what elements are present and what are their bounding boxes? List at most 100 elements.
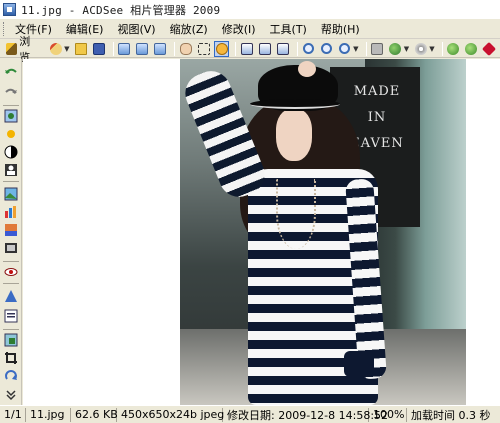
toolbar-separator bbox=[112, 41, 114, 56]
displayed-photo[interactable]: MADE IN EAVEN bbox=[180, 59, 466, 405]
print-button[interactable] bbox=[370, 41, 385, 57]
status-dimensions: 450x650x24b jpeg bbox=[117, 407, 224, 422]
chevron-down-icon bbox=[6, 390, 16, 401]
undo-button[interactable] bbox=[4, 65, 18, 79]
eye-icon bbox=[4, 268, 18, 276]
menu-view[interactable]: 视图(V) bbox=[115, 20, 157, 38]
previous-image-button[interactable] bbox=[117, 41, 132, 57]
curves-button[interactable] bbox=[4, 223, 18, 237]
rotate-right-icon bbox=[259, 42, 272, 55]
rotate-button[interactable] bbox=[4, 369, 18, 383]
image-viewer-canvas[interactable]: MADE IN EAVEN bbox=[23, 59, 500, 405]
zoom-tool-icon bbox=[215, 42, 228, 55]
sharpen-button[interactable] bbox=[4, 289, 18, 303]
strip-more-button[interactable] bbox=[4, 389, 18, 401]
strip-separator bbox=[3, 181, 19, 182]
menu-bar: 文件(F) 编辑(E) 视图(V) 缩放(Z) 修改(I) 工具(T) 帮助(H… bbox=[0, 19, 500, 39]
resize-icon bbox=[4, 333, 18, 347]
edit-button[interactable] bbox=[48, 41, 63, 57]
photo-face bbox=[276, 109, 312, 161]
color-balance-button[interactable] bbox=[4, 187, 18, 201]
share-dropdown-arrow[interactable]: ▼ bbox=[404, 45, 409, 53]
text-frame-icon bbox=[4, 309, 18, 323]
strip-separator bbox=[3, 329, 19, 330]
filter-button[interactable] bbox=[4, 241, 18, 255]
flip-icon bbox=[277, 42, 290, 55]
zoom-out-icon bbox=[320, 43, 332, 54]
menu-zoom[interactable]: 缩放(Z) bbox=[168, 20, 210, 38]
photo-cuff bbox=[344, 351, 374, 377]
menu-tools[interactable]: 工具(T) bbox=[268, 20, 309, 38]
select-tool-button[interactable] bbox=[196, 41, 211, 57]
save-icon bbox=[93, 42, 106, 55]
bar-chart-icon bbox=[5, 206, 16, 218]
menu-edit[interactable]: 编辑(E) bbox=[64, 20, 106, 38]
resize-button[interactable] bbox=[4, 333, 18, 347]
selection-icon bbox=[197, 42, 210, 55]
delete-icon bbox=[482, 41, 497, 56]
share-button[interactable] bbox=[388, 41, 403, 57]
zoom-in-button[interactable] bbox=[301, 41, 316, 57]
burn-dropdown-arrow[interactable]: ▼ bbox=[429, 45, 434, 53]
acdsee-window: 11.jpg - ACDSee 相片管理器 2009 文件(F) 编辑(E) 视… bbox=[0, 0, 500, 423]
next-image-button[interactable] bbox=[135, 41, 150, 57]
photo-fix-icon bbox=[4, 109, 18, 123]
online-button[interactable] bbox=[446, 41, 461, 57]
zoom-menu-button[interactable] bbox=[337, 41, 352, 57]
status-zoom[interactable]: 100% bbox=[369, 407, 407, 422]
photo-hat-brim bbox=[250, 99, 340, 109]
title-bar[interactable]: 11.jpg - ACDSee 相片管理器 2009 bbox=[0, 0, 500, 19]
slideshow-button[interactable] bbox=[153, 41, 168, 57]
strip-separator bbox=[3, 283, 19, 284]
film-icon bbox=[5, 243, 17, 253]
crop-button[interactable] bbox=[4, 351, 18, 365]
burn-button[interactable] bbox=[413, 41, 428, 57]
red-eye-button[interactable] bbox=[4, 265, 18, 279]
rotate-right-button[interactable] bbox=[258, 41, 273, 57]
zoom-out-button[interactable] bbox=[319, 41, 334, 57]
undo-icon bbox=[5, 68, 17, 74]
save-button[interactable] bbox=[92, 41, 107, 57]
menu-modify[interactable]: 修改(I) bbox=[220, 20, 258, 38]
edit-dropdown-arrow[interactable]: ▼ bbox=[64, 45, 69, 53]
zoom-dropdown-arrow[interactable]: ▼ bbox=[353, 45, 358, 53]
portrait-button[interactable] bbox=[4, 163, 18, 177]
pan-tool-button[interactable] bbox=[178, 41, 193, 57]
zoom-tool-button[interactable] bbox=[214, 40, 230, 57]
magic-wand-icon bbox=[49, 42, 62, 55]
strip-separator bbox=[3, 261, 19, 262]
sun-icon bbox=[7, 130, 15, 138]
print-icon bbox=[371, 42, 384, 55]
delete-button[interactable] bbox=[482, 41, 497, 57]
edit-tool-strip bbox=[0, 59, 22, 405]
color-picture-icon bbox=[4, 187, 18, 201]
crop-icon bbox=[5, 352, 17, 364]
globe-icon bbox=[389, 42, 402, 55]
slideshow-icon bbox=[154, 42, 167, 55]
toolbar-separator bbox=[235, 41, 237, 56]
levels-button[interactable] bbox=[4, 205, 18, 219]
upload-icon bbox=[465, 42, 478, 55]
text-button[interactable] bbox=[4, 309, 18, 323]
folder-icon bbox=[75, 42, 88, 55]
toolbar-separator bbox=[174, 41, 176, 56]
auto-exposure-button[interactable] bbox=[4, 109, 18, 123]
app-icon[interactable] bbox=[3, 3, 16, 16]
hand-icon bbox=[179, 42, 192, 55]
flip-button[interactable] bbox=[276, 41, 291, 57]
triangle-icon bbox=[5, 290, 17, 302]
rotate-icon bbox=[5, 370, 17, 380]
contrast-button[interactable] bbox=[4, 145, 18, 159]
menu-help[interactable]: 帮助(H) bbox=[319, 20, 362, 38]
lighting-button[interactable] bbox=[4, 127, 18, 141]
online-icon bbox=[447, 42, 460, 55]
redo-button[interactable] bbox=[4, 85, 18, 99]
disc-icon bbox=[414, 42, 427, 55]
person-icon bbox=[5, 164, 17, 176]
zoom-menu-icon bbox=[339, 43, 351, 54]
photo-hand bbox=[298, 61, 316, 77]
open-button[interactable] bbox=[74, 41, 89, 57]
status-modified-date: 修改日期: 2009-12-8 14:58:52 bbox=[223, 407, 388, 422]
rotate-left-button[interactable] bbox=[239, 41, 254, 57]
upload-button[interactable] bbox=[464, 41, 479, 57]
